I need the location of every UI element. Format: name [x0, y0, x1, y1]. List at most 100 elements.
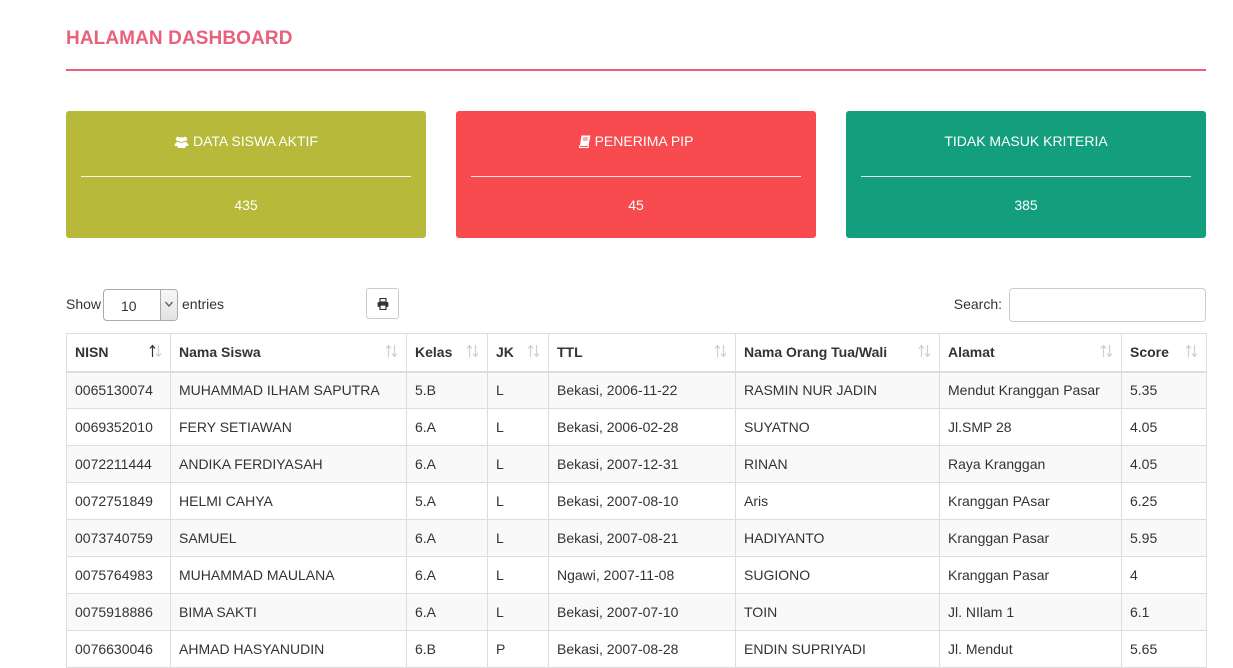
sort-icon	[918, 344, 931, 361]
card-data-siswa-aktif: DATA SISWA AKTIF 435	[66, 111, 426, 238]
table-cell: Jl. Mendut	[939, 630, 1122, 668]
table-row[interactable]: 0072211444 ANDIKA FERDIYASAH 6.A L Bekasi, 2…	[66, 445, 1207, 483]
table-cell: 6.A	[406, 445, 488, 483]
table-cell: Raya Kranggan	[939, 445, 1122, 483]
card-divider	[471, 176, 801, 177]
column-header[interactable]: Kelas	[406, 333, 488, 373]
table-cell: L	[487, 482, 549, 520]
table-cell: 0069352010	[66, 408, 171, 446]
table-cell: Bekasi, 2007-08-10	[548, 482, 736, 520]
sort-icon	[385, 344, 398, 361]
column-header[interactable]: Nama Orang Tua/Wali	[735, 333, 940, 373]
table-cell: FERY SETIAWAN	[170, 408, 407, 446]
summary-cards: DATA SISWA AKTIF 435 PENERIMA PIP 45 TID…	[66, 111, 1206, 238]
table-cell: 6.A	[406, 408, 488, 446]
table-cell: AHMAD HASYANUDIN	[170, 630, 407, 668]
table-cell: Kranggan PAsar	[939, 482, 1122, 520]
table-cell: Bekasi, 2007-07-10	[548, 593, 736, 631]
card-label: PENERIMA PIP	[594, 133, 694, 149]
chevron-down-icon[interactable]	[160, 290, 177, 320]
students-table: NISN Nama Siswa Kelas JK TTL Nama Orang Tua/W…	[66, 333, 1207, 668]
column-header-label: JK	[496, 344, 514, 361]
dashboard-page: HALAMAN DASHBOARD DATA SISWA AKTIF 435 P…	[66, 0, 1207, 668]
card-title: TIDAK MASUK KRITERIA	[846, 133, 1206, 149]
column-header-label: Score	[1130, 344, 1169, 361]
book-icon	[578, 135, 591, 151]
table-cell: 5.B	[406, 371, 488, 409]
table-cell: 0076630046	[66, 630, 171, 668]
students-table-wrap: NISN Nama Siswa Kelas JK TTL Nama Orang Tua/W…	[66, 333, 1207, 668]
table-cell: BIMA SAKTI	[170, 593, 407, 631]
card-title: PENERIMA PIP	[456, 133, 816, 151]
print-button[interactable]	[366, 288, 399, 319]
card-tidak-masuk-kriteria: TIDAK MASUK KRITERIA 385	[846, 111, 1206, 238]
table-row[interactable]: 0076630046 AHMAD HASYANUDIN 6.B P Bekasi, 20…	[66, 630, 1207, 668]
table-row[interactable]: 0073740759 SAMUEL 6.A L Bekasi, 2007-08-21 HA…	[66, 519, 1207, 557]
table-cell: ANDIKA FERDIYASAH	[170, 445, 407, 483]
table-cell: Aris	[735, 482, 940, 520]
column-header[interactable]: JK	[487, 333, 549, 373]
table-cell: RASMIN NUR JADIN	[735, 371, 940, 409]
table-cell: SUGIONO	[735, 556, 940, 594]
show-label: Show	[66, 296, 102, 312]
table-cell: Ngawi, 2007-11-08	[548, 556, 736, 594]
table-cell: L	[487, 556, 549, 594]
table-cell: 0075764983	[66, 556, 171, 594]
card-penerima-pip: PENERIMA PIP 45	[456, 111, 816, 238]
column-header[interactable]: Alamat	[939, 333, 1122, 373]
table-cell: 0072211444	[66, 445, 171, 483]
search-label: Search:	[953, 296, 1002, 312]
table-controls: Show 10 entries Search:	[66, 288, 1206, 322]
table-cell: Kranggan Pasar	[939, 519, 1122, 557]
table-cell: L	[487, 408, 549, 446]
column-header-label: Nama Siswa	[179, 344, 261, 361]
table-cell: L	[487, 371, 549, 409]
column-header-label: TTL	[557, 344, 583, 361]
table-cell: SUYATNO	[735, 408, 940, 446]
card-label: DATA SISWA AKTIF	[193, 133, 318, 149]
sort-icon	[466, 344, 479, 361]
page-title: HALAMAN DASHBOARD	[66, 28, 293, 49]
table-cell: 6.1	[1121, 593, 1207, 631]
search-input[interactable]	[1009, 288, 1206, 322]
card-title: DATA SISWA AKTIF	[66, 133, 426, 151]
table-row[interactable]: 0065130074 MUHAMMAD ILHAM SAPUTRA 5.B L Beka…	[66, 371, 1207, 409]
table-row[interactable]: 0072751849 HELMI CAHYA 5.A L Bekasi, 2007-08…	[66, 482, 1207, 520]
table-row[interactable]: 0069352010 FERY SETIAWAN 6.A L Bekasi, 2006-…	[66, 408, 1207, 446]
sort-icon	[714, 344, 727, 361]
title-divider	[66, 69, 1206, 71]
column-header[interactable]: NISN	[66, 333, 171, 373]
table-cell: 0075918886	[66, 593, 171, 631]
table-cell: 0065130074	[66, 371, 171, 409]
table-cell: 5.A	[406, 482, 488, 520]
entries-value: 10	[121, 298, 137, 314]
entries-select[interactable]: 10	[103, 289, 178, 321]
table-row[interactable]: 0075764983 MUHAMMAD MAULANA 6.A L Ngawi, 200…	[66, 556, 1207, 594]
table-cell: 5.95	[1121, 519, 1207, 557]
column-header[interactable]: Nama Siswa	[170, 333, 407, 373]
sort-icon	[1185, 344, 1198, 361]
card-value: 435	[234, 197, 258, 213]
column-header[interactable]: Score	[1121, 333, 1207, 373]
table-cell: L	[487, 445, 549, 483]
table-cell: Kranggan Pasar	[939, 556, 1122, 594]
table-cell: Bekasi, 2006-11-22	[548, 371, 736, 409]
table-cell: HELMI CAHYA	[170, 482, 407, 520]
table-cell: 4.05	[1121, 445, 1207, 483]
table-cell: Bekasi, 2007-12-31	[548, 445, 736, 483]
table-cell: L	[487, 593, 549, 631]
table-cell: Bekasi, 2007-08-28	[548, 630, 736, 668]
table-cell: Mendut Kranggan Pasar	[939, 371, 1122, 409]
sort-icon	[1100, 344, 1113, 361]
table-cell: TOIN	[735, 593, 940, 631]
table-cell: 6.A	[406, 593, 488, 631]
table-row[interactable]: 0075918886 BIMA SAKTI 6.A L Bekasi, 2007-07-…	[66, 593, 1207, 631]
table-cell: Jl. NIlam 1	[939, 593, 1122, 631]
table-cell: SAMUEL	[170, 519, 407, 557]
column-header[interactable]: TTL	[548, 333, 736, 373]
users-icon	[174, 135, 189, 151]
table-cell: RINAN	[735, 445, 940, 483]
table-cell: MUHAMMAD ILHAM SAPUTRA	[170, 371, 407, 409]
column-header-label: NISN	[75, 344, 109, 361]
table-cell: P	[487, 630, 549, 668]
